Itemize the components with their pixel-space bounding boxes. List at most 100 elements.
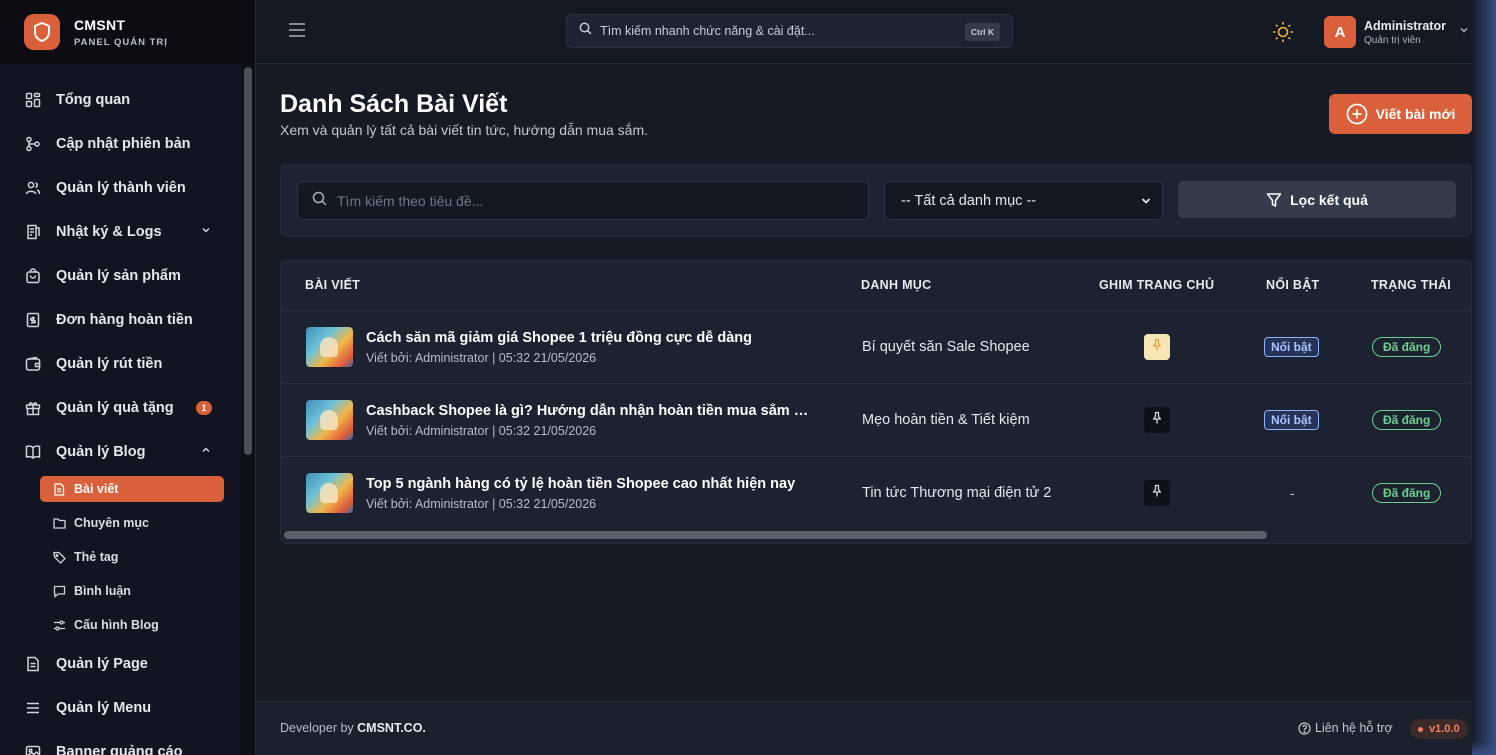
pin-toggle[interactable] xyxy=(1144,334,1170,360)
chevron-down-icon xyxy=(1458,23,1470,41)
tag-icon xyxy=(52,550,66,564)
global-search[interactable]: Ctrl K xyxy=(566,14,1013,48)
sidebar-item-users[interactable]: Quản lý thành viên xyxy=(24,173,220,203)
sidebar-item-banners[interactable]: Banner quảng cáo xyxy=(24,737,220,755)
sidebar-item-withdrawals[interactable]: Quản lý rút tiền xyxy=(24,349,220,379)
hamburger-icon[interactable] xyxy=(288,22,306,43)
sun-icon[interactable] xyxy=(1272,21,1294,48)
sidebar-subitem-tags[interactable]: Thẻ tag xyxy=(40,544,224,570)
sidebar-item-gifts[interactable]: Quản lý quà tặng 1 xyxy=(24,393,220,423)
new-post-label: Viết bài mới xyxy=(1375,106,1456,122)
chevron-up-icon xyxy=(200,444,212,460)
status-badge: Đã đăng xyxy=(1372,337,1442,357)
post-title[interactable]: Cách săn mã giảm giá Shopee 1 triệu đồng… xyxy=(366,330,816,346)
sidebar-subitem-label: Bình luận xyxy=(74,584,131,598)
sidebar-item-refund-orders[interactable]: Đơn hàng hoàn tiền xyxy=(24,305,220,335)
post-meta: Viết bởi: Administrator | 05:32 21/05/20… xyxy=(366,424,597,438)
sidebar-item-menu[interactable]: Quản lý Menu xyxy=(24,693,220,723)
sidebar-item-products[interactable]: Quản lý sản phẩm xyxy=(24,261,220,291)
sidebar-subitem-blog-settings[interactable]: Cấu hình Blog xyxy=(40,612,224,638)
sidebar-subitem-posts[interactable]: Bài viết xyxy=(40,476,224,502)
background-glow xyxy=(1472,0,1496,755)
folder-icon xyxy=(52,516,66,530)
column-header[interactable]: NỔI BẬT xyxy=(1266,278,1320,292)
log-icon xyxy=(24,223,42,241)
footer: Developer by CMSNT.CO. Liên hệ hỗ trợ v1… xyxy=(256,701,1472,755)
version-badge: v1.0.0 xyxy=(1410,719,1468,739)
brand[interactable]: CMSNT PANEL QUẢN TRỊ xyxy=(0,0,255,64)
sidebar-subitem-label: Thẻ tag xyxy=(74,550,119,564)
user-name: Administrator xyxy=(1364,18,1446,33)
sidebar-item-label: Quản lý quà tặng xyxy=(56,400,174,416)
page-subtitle: Xem và quản lý tất cả bài viết tin tức, … xyxy=(280,122,648,138)
image-icon xyxy=(24,743,42,755)
version-label: v1.0.0 xyxy=(1429,723,1460,735)
column-header[interactable]: DANH MỤC xyxy=(861,278,931,292)
gift-icon xyxy=(24,399,42,417)
sidebar-subitem-categories[interactable]: Chuyên mục xyxy=(40,510,224,536)
status-badge: Đã đăng xyxy=(1372,483,1442,503)
search-icon xyxy=(579,22,592,40)
pin-toggle[interactable] xyxy=(1144,407,1170,433)
wallet-icon xyxy=(24,355,42,373)
table-row[interactable]: Top 5 ngành hàng có tỷ lệ hoàn tiền Shop… xyxy=(281,456,1471,529)
avatar: A xyxy=(1324,16,1356,48)
featured-empty: - xyxy=(1290,485,1295,501)
sidebar-subitem-label: Cấu hình Blog xyxy=(74,618,159,632)
sidebar-item-label: Quản lý thành viên xyxy=(56,180,186,196)
developer-link[interactable]: CMSNT.CO. xyxy=(357,721,426,735)
sidebar-item-blog[interactable]: Quản lý Blog xyxy=(24,437,220,467)
brand-name: CMSNT xyxy=(74,16,126,33)
chevron-down-icon xyxy=(200,224,212,240)
column-header[interactable]: BÀI VIẾT xyxy=(305,278,360,292)
shield-icon xyxy=(24,14,60,50)
filter-button[interactable]: Lọc kết quả xyxy=(1178,181,1456,218)
sliders-icon xyxy=(52,618,66,632)
sidebar-item-update[interactable]: Cập nhật phiên bản xyxy=(24,129,220,159)
users-icon xyxy=(24,179,42,197)
title-search-input[interactable] xyxy=(337,192,837,209)
post-thumbnail xyxy=(306,327,353,367)
sidebar-item-pages[interactable]: Quản lý Page xyxy=(24,649,220,679)
featured-badge: Nổi bật xyxy=(1264,410,1319,430)
title-search[interactable] xyxy=(297,181,869,220)
status-badge: Đã đăng xyxy=(1372,410,1442,430)
sidebar-item-logs[interactable]: Nhật ký & Logs xyxy=(24,217,220,247)
sidebar-item-label: Quản lý sản phẩm xyxy=(56,268,181,284)
category-select-value: -- Tất cả danh mục -- xyxy=(901,192,1037,209)
sidebar-item-label: Nhật ký & Logs xyxy=(56,224,162,240)
user-menu[interactable]: A Administrator Quản trị viên xyxy=(1324,16,1470,48)
plus-circle-icon xyxy=(1346,103,1368,125)
post-thumbnail xyxy=(306,473,353,513)
column-header[interactable]: TRẠNG THÁI xyxy=(1371,278,1451,292)
table-row[interactable]: Cách săn mã giảm giá Shopee 1 triệu đồng… xyxy=(281,310,1471,383)
support-label: Liên hệ hỗ trợ xyxy=(1315,721,1393,735)
post-title[interactable]: Top 5 ngành hàng có tỷ lệ hoàn tiền Shop… xyxy=(366,476,816,492)
column-header[interactable]: GHIM TRANG CHỦ xyxy=(1099,278,1214,292)
brand-subtitle: PANEL QUẢN TRỊ xyxy=(74,36,168,48)
sidebar-subitem-comments[interactable]: Bình luận xyxy=(40,578,224,604)
pin-toggle[interactable] xyxy=(1144,480,1170,506)
table-row[interactable]: Cashback Shopee là gì? Hướng dẫn nhận ho… xyxy=(281,383,1471,456)
menu-icon xyxy=(24,699,42,717)
sidebar-scrollbar-thumb[interactable] xyxy=(244,67,252,455)
file-icon xyxy=(52,482,66,496)
sidebar-item-overview[interactable]: Tổng quan xyxy=(24,85,220,115)
developer-prefix: Developer by xyxy=(280,721,354,735)
search-icon xyxy=(312,191,327,211)
filter-button-label: Lọc kết quả xyxy=(1290,191,1368,208)
support-link[interactable]: Liên hệ hỗ trợ xyxy=(1298,721,1393,735)
sidebar-item-label: Banner quảng cáo xyxy=(56,744,183,755)
status-dot xyxy=(1418,726,1423,732)
grid-icon xyxy=(24,91,42,109)
table-scrollbar-thumb[interactable] xyxy=(284,531,1267,539)
category-select[interactable]: -- Tất cả danh mục -- xyxy=(884,181,1163,220)
new-post-button[interactable]: Viết bài mới xyxy=(1329,94,1472,134)
sidebar-item-label: Quản lý Menu xyxy=(56,700,152,716)
comment-icon xyxy=(52,584,66,598)
post-title[interactable]: Cashback Shopee là gì? Hướng dẫn nhận ho… xyxy=(366,403,816,419)
bag-icon xyxy=(24,267,42,285)
chevron-down-icon xyxy=(1140,195,1152,211)
sidebar-item-label: Quản lý rút tiền xyxy=(56,356,163,372)
global-search-input[interactable] xyxy=(600,24,940,38)
